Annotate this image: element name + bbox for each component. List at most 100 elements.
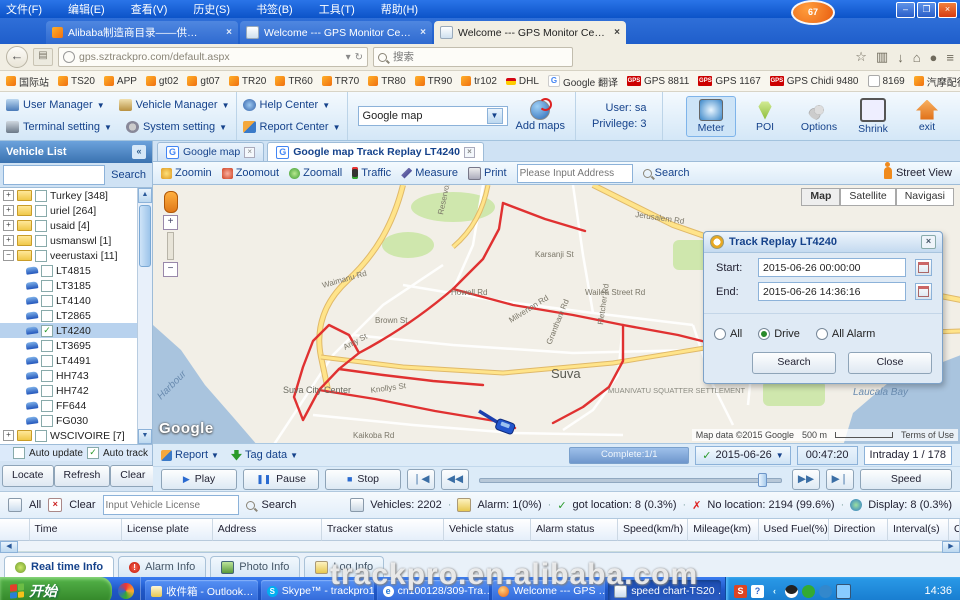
vehicle-checkbox[interactable] xyxy=(41,295,53,307)
home-icon[interactable]: ⌂ xyxy=(913,50,921,65)
tray-help-icon[interactable]: ? xyxy=(751,585,764,598)
column-alarm-status[interactable]: Alarm status xyxy=(531,519,618,541)
map-canvas[interactable]: Reservoir Rd Jerusalem Rd Karsanji St Wa… xyxy=(153,185,960,443)
tab-close-icon[interactable]: × xyxy=(464,147,475,158)
tree-group[interactable]: +usmanswl [1] xyxy=(0,233,152,248)
collapse-icon[interactable]: − xyxy=(3,250,14,261)
scroll-left-icon[interactable]: ◀ xyxy=(0,541,18,553)
terminal-setting-menu[interactable]: Terminal setting▼ xyxy=(6,121,112,133)
map-provider-select[interactable]: Google map ▼ xyxy=(358,106,508,126)
collapse-panel-button[interactable]: « xyxy=(132,145,146,159)
tool-exit[interactable]: exit xyxy=(902,97,952,136)
map-type-satellite[interactable]: Satellite xyxy=(840,188,895,206)
address-bar[interactable]: gps.sztrackpro.com/default.aspx ▾ ↻ xyxy=(58,47,368,67)
scroll-down-icon[interactable]: ▼ xyxy=(138,429,152,444)
table-horizontal-scrollbar[interactable]: ◀ ▶ xyxy=(0,541,960,551)
report-center-menu[interactable]: Report Center▼ xyxy=(243,121,341,133)
vehicle-checkbox[interactable] xyxy=(41,385,53,397)
slider-thumb[interactable] xyxy=(758,473,767,487)
clear-button[interactable]: Clear xyxy=(69,499,95,511)
refresh-button[interactable]: Refresh xyxy=(54,465,111,487)
vehicle-checkbox[interactable] xyxy=(41,280,53,292)
skip-to-start-button[interactable]: ❘◀ xyxy=(407,469,435,490)
dialog-close-button[interactable]: × xyxy=(921,235,936,249)
pause-button[interactable]: ❚❚Pause xyxy=(243,469,319,490)
license-search-button[interactable]: Search xyxy=(262,499,297,511)
replay-slider[interactable] xyxy=(479,475,782,483)
tree-vehicle[interactable]: HH743 xyxy=(0,368,152,383)
tree-group[interactable]: +uriel [264] xyxy=(0,203,152,218)
tab-close-icon[interactable]: × xyxy=(614,27,620,38)
vehicle-search-input[interactable] xyxy=(3,165,105,185)
bookmark[interactable]: 国际站 xyxy=(6,74,49,89)
zoomout-button[interactable]: Zoomout xyxy=(222,167,279,179)
expand-icon[interactable]: + xyxy=(3,430,14,441)
zoom-slider[interactable] xyxy=(167,232,174,260)
column-speed[interactable]: Speed(km/h) xyxy=(618,519,688,541)
bookmark[interactable]: TR60 xyxy=(275,76,312,87)
bookmark[interactable]: TR90 xyxy=(415,76,452,87)
menu-history[interactable]: 历史(S) xyxy=(193,1,230,17)
tab-alarm-info[interactable]: !Alarm Info xyxy=(118,556,206,577)
expand-icon[interactable]: + xyxy=(3,235,14,246)
expand-icon[interactable]: + xyxy=(3,190,14,201)
speed-button[interactable]: Speed xyxy=(860,469,952,490)
tool-options[interactable]: Options xyxy=(794,97,844,136)
tree-group-expanded[interactable]: −veerustaxi [11] xyxy=(0,248,152,263)
back-button[interactable]: ← xyxy=(6,46,28,68)
tree-vehicle-selected[interactable]: ✓LT4240 xyxy=(0,323,152,338)
address-search-button[interactable]: Search xyxy=(643,167,690,179)
bookmark[interactable]: 8169 xyxy=(868,75,905,87)
tab-close-icon[interactable]: × xyxy=(420,27,426,38)
column-overspeed[interactable]: Over-spee... xyxy=(949,519,960,541)
vehicle-checkbox[interactable] xyxy=(41,310,53,322)
task-outlook[interactable]: 收件箱 - Outlook… xyxy=(145,580,258,600)
hamburger-menu-icon[interactable]: ≡ xyxy=(946,50,954,65)
tree-vehicle[interactable]: LT4140 xyxy=(0,293,152,308)
traffic-button[interactable]: Traffic xyxy=(352,167,391,179)
tab-close-icon[interactable]: × xyxy=(226,27,232,38)
bookmark[interactable]: TR80 xyxy=(368,76,405,87)
vehicle-checkbox[interactable] xyxy=(41,340,53,352)
task-skype[interactable]: SSkype™ - trackpro18 xyxy=(261,580,374,600)
tag-data-menu[interactable]: Tag data▼ xyxy=(231,449,298,461)
window-close-button[interactable]: × xyxy=(938,2,957,18)
expand-icon[interactable]: + xyxy=(3,205,14,216)
dialog-header[interactable]: Track Replay LT4240 × xyxy=(704,232,942,253)
system-setting-menu[interactable]: System setting▼ xyxy=(126,121,227,133)
tool-shrink[interactable]: Shrink xyxy=(848,95,898,138)
browser-tab-gps-1[interactable]: Welcome --- GPS Monitor Cen… × xyxy=(240,21,432,44)
help-center-menu[interactable]: Help Center▼ xyxy=(243,99,341,111)
bookmark[interactable]: GPSGPS 1167 xyxy=(698,76,760,87)
dialog-search-button[interactable]: Search xyxy=(752,352,836,374)
quick-launch-icon[interactable] xyxy=(118,583,134,599)
bookmark[interactable]: TR70 xyxy=(322,76,359,87)
vehicle-checkbox[interactable] xyxy=(41,265,53,277)
vehicle-checkbox[interactable] xyxy=(41,370,53,382)
tree-vehicle[interactable]: LT3185 xyxy=(0,278,152,293)
tool-poi[interactable]: POI xyxy=(740,97,790,136)
auto-track-checkbox-checked[interactable]: ✓ xyxy=(87,447,99,459)
column-license-plate[interactable]: License plate xyxy=(122,519,213,541)
url-dropdown-icon[interactable]: ▾ xyxy=(346,52,351,63)
locate-button[interactable]: Locate xyxy=(2,465,54,487)
map-tab-track-replay[interactable]: G Google map Track Replay LT4240 × xyxy=(267,142,484,161)
tree-scrollbar[interactable]: ▲ ▼ xyxy=(137,188,152,444)
bookmark[interactable]: GPSGPS Chidi 9480 xyxy=(770,76,859,87)
tray-app-icon[interactable] xyxy=(819,585,832,598)
tree-vehicle[interactable]: FF644 xyxy=(0,398,152,413)
vehicle-checkbox[interactable] xyxy=(41,415,53,427)
bookmark-star-icon[interactable]: ☆ xyxy=(855,49,867,65)
report-menu[interactable]: Report▼ xyxy=(161,449,219,461)
bookmark[interactable]: gt07 xyxy=(187,76,219,87)
bookmark[interactable]: tr102 xyxy=(461,76,497,87)
tree-group[interactable]: +Turkey [348] xyxy=(0,188,152,203)
stop-button[interactable]: ■Stop xyxy=(325,469,401,490)
column-time[interactable]: Time xyxy=(30,519,123,541)
bookmark[interactable]: GPSGPS 8811 xyxy=(627,76,689,87)
bookmark[interactable]: GGoogle 翻译 xyxy=(548,74,618,89)
browser-search-box[interactable] xyxy=(373,47,573,67)
start-button[interactable]: 开始 xyxy=(0,577,112,600)
pegman-icon[interactable] xyxy=(164,191,178,213)
vehicle-checkbox-checked[interactable]: ✓ xyxy=(41,325,53,337)
